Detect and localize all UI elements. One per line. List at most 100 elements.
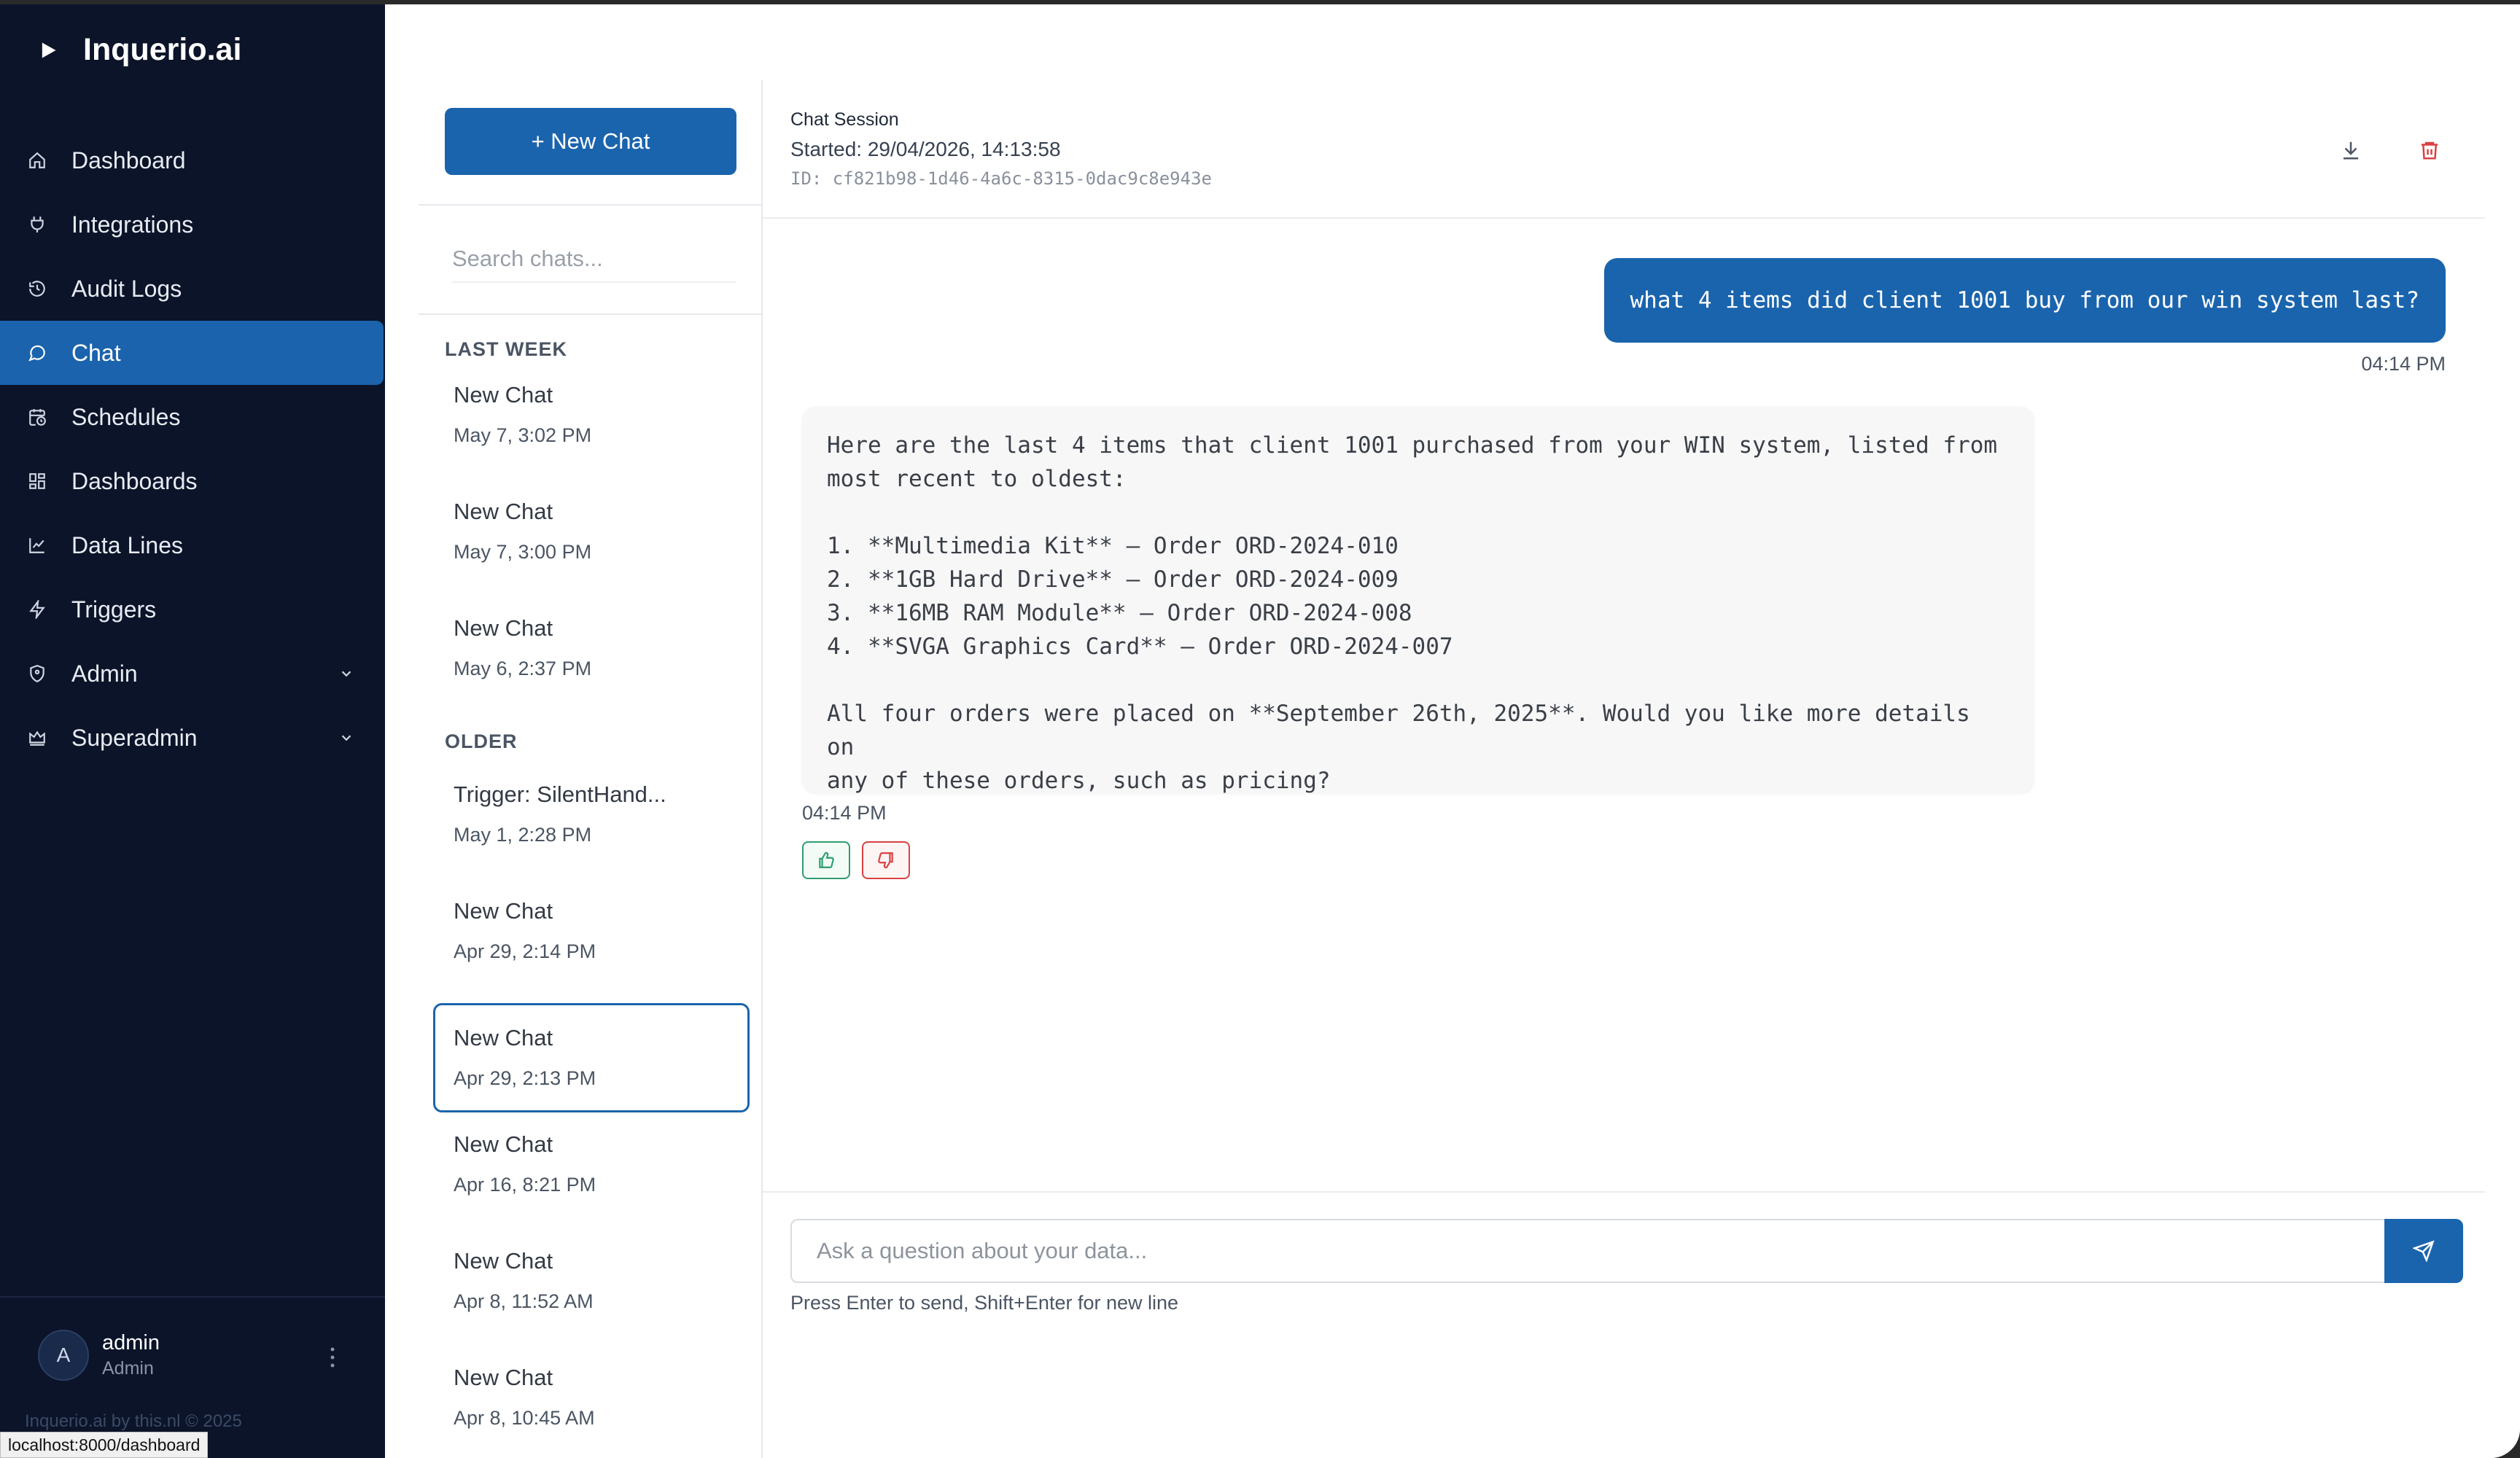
chat-list-item[interactable]: New Chat Apr 8, 11:52 AM	[433, 1226, 750, 1336]
plug-icon	[31, 217, 44, 233]
chat-date: May 7, 3:02 PM	[454, 424, 592, 446]
sidebar-item-integrations[interactable]: Integrations	[0, 192, 384, 257]
chat-date: Apr 8, 10:45 AM	[454, 1407, 595, 1429]
session-id: ID: cf821b98-1d46-4a6c-8315-0dac9c8e943e	[790, 168, 1212, 189]
session-header: Chat Session Started: 29/04/2026, 14:13:…	[790, 109, 1212, 189]
chat-list-item-selected[interactable]: New Chat Apr 29, 2:13 PM	[433, 1003, 750, 1112]
chat-title: New Chat	[454, 1248, 553, 1274]
delete-button[interactable]	[2415, 136, 2444, 165]
lightning-icon	[29, 600, 45, 619]
thumbs-up-button[interactable]	[802, 841, 850, 879]
sidebar-item-label: Chat	[71, 339, 121, 366]
thumbs-down-icon	[878, 852, 893, 869]
group-label-older: OLDER	[445, 730, 518, 752]
sidebar-item-chat[interactable]: Chat	[0, 321, 384, 385]
chat-date: Apr 16, 8:21 PM	[454, 1174, 596, 1196]
sidebar-item-label: Admin	[71, 660, 138, 687]
shield-icon	[30, 665, 44, 683]
sidebar-item-admin[interactable]: Admin	[0, 642, 384, 706]
divider	[419, 204, 763, 206]
trash-icon	[2421, 141, 2438, 160]
play-icon	[42, 42, 56, 58]
chat-title: New Chat	[454, 1025, 553, 1050]
send-icon	[2413, 1240, 2435, 1262]
grid-icon	[29, 473, 45, 489]
line-chart-icon	[29, 538, 44, 553]
sidebar-item-superadmin[interactable]: Superadmin	[0, 706, 384, 770]
ask-question-input[interactable]	[790, 1219, 2384, 1283]
sidebar-item-dashboard[interactable]: Dashboard	[0, 128, 384, 192]
chevron-down-icon[interactable]	[338, 666, 354, 682]
chat-list-item[interactable]: New Chat Apr 8, 10:45 AM	[433, 1343, 750, 1452]
user-profile[interactable]: A admin Admin	[38, 1330, 160, 1381]
chat-list-item[interactable]: Trigger: SilentHand... May 1, 2:28 PM	[433, 760, 750, 869]
new-chat-button[interactable]: + New Chat	[445, 108, 736, 175]
footer-copyright: Inquerio.ai by this.nl © 2025	[25, 1411, 242, 1431]
send-button[interactable]	[2384, 1219, 2463, 1283]
sidebar-divider	[0, 1296, 385, 1298]
user-name: admin	[102, 1331, 160, 1354]
sidebar-item-label: Dashboard	[71, 147, 186, 174]
sidebar-item-label: Integrations	[71, 211, 194, 238]
chat-title: New Chat	[454, 898, 553, 924]
composer-hint: Press Enter to send, Shift+Enter for new…	[790, 1292, 1179, 1314]
chat-date: May 7, 3:00 PM	[454, 541, 592, 563]
divider	[763, 1191, 2485, 1193]
assistant-message-time: 04:14 PM	[802, 802, 887, 824]
app-name: Inquerio.ai	[83, 32, 242, 67]
brand[interactable]: Inquerio.ai	[38, 32, 241, 68]
sidebar-item-label: Superadmin	[71, 724, 198, 751]
chat-history-panel: + New Chat LAST WEEK New Chat May 7, 3:0…	[419, 80, 763, 1458]
chat-title: New Chat	[454, 382, 553, 408]
sidebar-item-label: Schedules	[71, 403, 181, 430]
chat-list-item[interactable]: New Chat May 7, 3:00 PM	[433, 477, 750, 586]
chat-date: Apr 29, 2:13 PM	[454, 1067, 596, 1089]
chat-title: New Chat	[454, 499, 553, 524]
assistant-message: Here are the last 4 items that client 10…	[802, 407, 2034, 794]
sidebar-nav: Dashboard Integrations Audit Logs Chat S…	[0, 128, 385, 770]
chat-date: May 6, 2:37 PM	[454, 658, 592, 679]
sidebar-item-data-lines[interactable]: Data Lines	[0, 513, 384, 577]
user-message-time: 04:14 PM	[2361, 353, 2446, 375]
sidebar: Inquerio.ai Dashboard Integrations Audit…	[0, 4, 385, 1458]
chat-list-item[interactable]: New Chat Apr 16, 8:21 PM	[433, 1110, 750, 1219]
chat-title: New Chat	[454, 1131, 553, 1157]
history-icon	[29, 281, 45, 297]
chat-bubble-icon	[28, 345, 45, 362]
avatar: A	[38, 1330, 89, 1381]
sidebar-item-label: Triggers	[71, 596, 157, 623]
download-icon	[2344, 141, 2358, 160]
chat-session: Chat Session Started: 29/04/2026, 14:13:…	[763, 80, 2485, 1458]
user-role: Admin	[102, 1358, 154, 1379]
app-window: Inquerio.ai Dashboard Integrations Audit…	[0, 4, 2520, 1458]
chat-date: May 1, 2:28 PM	[454, 824, 592, 846]
group-label-last-week: LAST WEEK	[445, 338, 567, 360]
download-button[interactable]	[2336, 136, 2365, 165]
sidebar-item-triggers[interactable]: Triggers	[0, 577, 384, 642]
calendar-clock-icon	[29, 409, 46, 426]
chat-list-item[interactable]: New Chat May 6, 2:37 PM	[433, 593, 750, 703]
chevron-down-icon[interactable]	[338, 730, 354, 746]
crown-icon	[29, 730, 45, 746]
chat-title: New Chat	[454, 615, 553, 641]
chat-date: Apr 29, 2:14 PM	[454, 940, 596, 962]
user-message: what 4 items did client 1001 buy from ou…	[1603, 258, 2446, 343]
chat-list-item[interactable]: New Chat May 7, 3:02 PM	[433, 360, 750, 469]
sidebar-item-label: Dashboards	[71, 467, 198, 494]
divider	[419, 313, 763, 315]
thumbs-up-icon	[819, 851, 834, 868]
window-edge	[2485, 4, 2520, 1458]
thumbs-down-button[interactable]	[862, 841, 910, 879]
sidebar-item-dashboards[interactable]: Dashboards	[0, 449, 384, 513]
chat-list-item[interactable]: New Chat Apr 29, 2:14 PM	[433, 876, 750, 986]
more-vertical-icon[interactable]	[325, 1344, 340, 1371]
divider	[763, 217, 2485, 219]
session-started: Started: 29/04/2026, 14:13:58	[790, 138, 1061, 160]
chat-title: New Chat	[454, 1365, 553, 1390]
chat-title: Trigger: SilentHand...	[454, 781, 666, 807]
search-chats-input[interactable]	[452, 236, 736, 283]
sidebar-item-audit-logs[interactable]: Audit Logs	[0, 257, 384, 321]
sidebar-item-schedules[interactable]: Schedules	[0, 385, 384, 449]
chat-date: Apr 8, 11:52 AM	[454, 1290, 594, 1312]
home-icon	[29, 152, 45, 168]
